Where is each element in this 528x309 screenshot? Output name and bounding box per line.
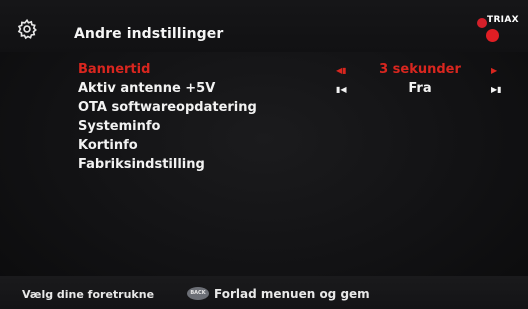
menu-item-kortinfo[interactable]: Kortinfo xyxy=(0,138,528,157)
menu-item-bannertid[interactable]: Bannertid ◀▮ 3 sekunder ▶ xyxy=(0,62,528,81)
menu-item-systeminfo[interactable]: Systeminfo xyxy=(0,119,528,138)
menu-item-fabriksindstilling[interactable]: Fabriksindstilling xyxy=(0,157,528,176)
settings-menu: Bannertid ◀▮ 3 sekunder ▶ Aktiv antenne … xyxy=(0,62,528,176)
logo-text: TRIAX xyxy=(487,15,519,25)
menu-item-value: Fra xyxy=(408,81,432,96)
page-title: Andre indstillinger xyxy=(74,26,224,42)
arrow-right-icon[interactable]: ▶▮ xyxy=(491,85,502,94)
logo-dot-large xyxy=(486,29,499,42)
menu-item-label: Fabriksindstilling xyxy=(78,157,205,172)
header-bar: Andre indstillinger TRIAX xyxy=(0,0,528,52)
arrow-left-icon[interactable]: ▮◀ xyxy=(336,85,347,94)
menu-item-label: Aktiv antenne +5V xyxy=(78,81,216,96)
footer-bar: Vælg dine foretrukne BACK Forlad menuen … xyxy=(0,276,528,309)
menu-item-ota-softwareopdatering[interactable]: OTA softwareopdatering xyxy=(0,100,528,119)
arrow-left-icon[interactable]: ◀▮ xyxy=(336,66,347,75)
menu-item-value: 3 sekunder xyxy=(379,62,461,77)
menu-item-label: Bannertid xyxy=(78,62,151,77)
footer-hint: Vælg dine foretrukne xyxy=(22,288,155,301)
back-button-icon[interactable]: BACK xyxy=(187,287,209,300)
menu-item-aktiv-antenne[interactable]: Aktiv antenne +5V ▮◀ Fra ▶▮ xyxy=(0,81,528,100)
menu-item-label: OTA softwareopdatering xyxy=(78,100,257,115)
logo-dot-small xyxy=(477,18,487,28)
gear-icon xyxy=(17,18,37,40)
arrow-right-icon[interactable]: ▶ xyxy=(491,66,497,75)
menu-item-label: Kortinfo xyxy=(78,138,138,153)
menu-item-label: Systeminfo xyxy=(78,119,161,134)
tv-settings-screen: Andre indstillinger TRIAX Bannertid ◀▮ 3… xyxy=(0,0,528,309)
brand-logo: TRIAX xyxy=(475,12,525,46)
back-hint: Forlad menuen og gem xyxy=(214,287,370,301)
